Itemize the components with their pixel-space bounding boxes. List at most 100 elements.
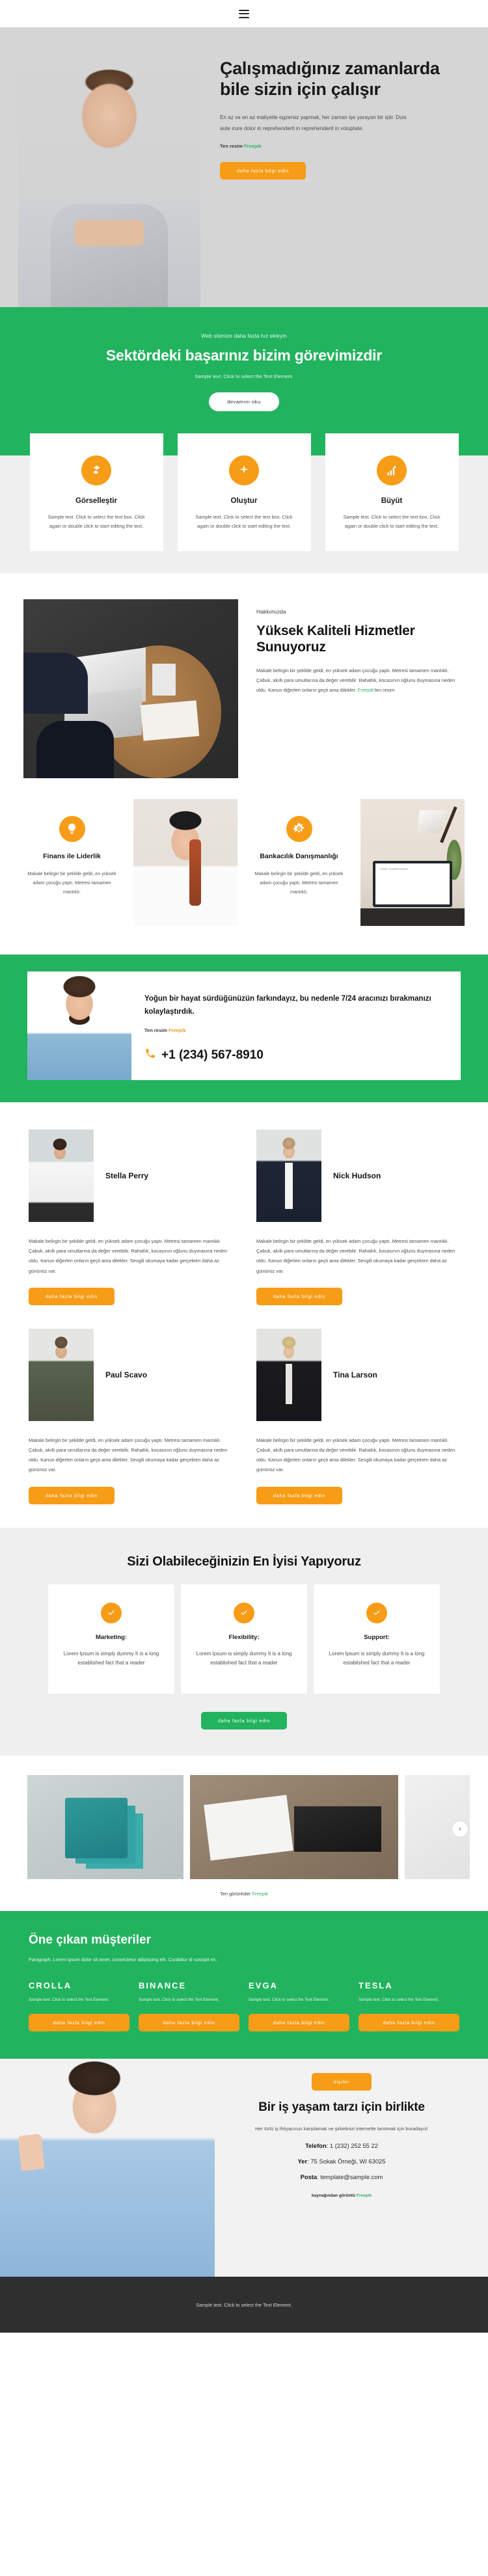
about-section: Hakkımızda Yüksek Kaliteli Hizmetler Sun… [0, 573, 488, 785]
client-item: CROLLA Sample text. Click to select the … [29, 1981, 129, 2032]
client-cta-button[interactable]: daha fazla bilgi edin [249, 2014, 349, 2032]
feature-card-title: Oluştur [230, 497, 258, 505]
member-name: Paul Scavo [105, 1370, 148, 1379]
contact-email-value: : template@sample.com [317, 2173, 383, 2180]
phone-credit-link[interactable]: Freepik [169, 1027, 186, 1033]
contact-badge-button[interactable]: kişiler [312, 2073, 372, 2091]
client-cta-button[interactable]: daha fazla bilgi edin [29, 2014, 129, 2032]
member-text: Makale belirgin bir şekilde geldi, en yü… [29, 1437, 228, 1473]
feature-card-text: Sample text. Click to select the text bo… [47, 514, 145, 530]
contact-subtitle: Her türlü iş ihtiyacınızı karşılamak ve … [255, 2125, 428, 2132]
contact-phone-label: Telefon [305, 2141, 327, 2149]
contact-title: Bir iş yaşam tarzı için birlikte [258, 2100, 425, 2115]
about-text: Makale belirgin bir şekilde geldi, en yü… [256, 666, 465, 695]
best-cta-button[interactable]: daha fazla bilgi edin [200, 1712, 288, 1730]
client-text: Sample text. Click to select the Text El… [249, 1998, 329, 2003]
best-card: Support: Lorem Ipsum is simply dummy It … [314, 1584, 440, 1694]
site-header [0, 0, 488, 27]
clients-title: Öne çıkan müşteriler [29, 1933, 151, 1947]
member-cta-button[interactable]: daha fazla bilgi edin [29, 1486, 115, 1504]
feature-card[interactable]: Oluştur Sample text. Click to select the… [177, 433, 311, 551]
phone-handset-icon [144, 1048, 156, 1063]
member-cta-button[interactable]: daha fazla bilgi edin [29, 1287, 115, 1305]
gallery-rail[interactable] [0, 1775, 488, 1880]
duo-feature-title: Bankacılık Danışmanlığı [260, 852, 338, 860]
gallery-section: › Ten görüntüler Freepik [0, 1756, 488, 1912]
hero-copy: Çalışmadığınız zamanlarda bile sizin içi… [220, 59, 454, 180]
about-eyebrow: Hakkımızda [256, 608, 286, 615]
member-name: Nick Hudson [333, 1171, 381, 1181]
hero-description: En az ve en az maliyetle egzersiz yapmak… [220, 114, 407, 131]
contact-address-line: Yer: 75 Sokak Örneği, WI 63025 [221, 2158, 462, 2165]
client-cta-button[interactable]: daha fazla bilgi edin [359, 2014, 459, 2032]
gallery-image[interactable] [27, 1775, 183, 1880]
gallery-credit-prefix: Ten görüntüler [220, 1891, 252, 1897]
best-title: Sizi Olabileceğinizin En İyisi Yapıyoruz [127, 1554, 361, 1569]
client-text: Sample text. Click to select the Text El… [359, 1998, 439, 2003]
gallery-credit-link[interactable]: Freepik [252, 1891, 268, 1897]
clients-section: Öne çıkan müşteriler Paragraph. Lorem ip… [0, 1911, 488, 2059]
member-photo [29, 1130, 94, 1223]
duo-feature-title: Finans ile Liderlik [43, 852, 101, 860]
contact-address-value: : 75 Sokak Örneği, WI 63025 [307, 2157, 386, 2165]
team-member: Paul Scavo Makale belirgin bir şekilde g… [29, 1328, 232, 1521]
site-footer: Sample text. Click to select the Text El… [0, 2277, 488, 2333]
contact-credit-prefix: kaynağından görüntü [311, 2193, 357, 2198]
contact-phone-value: : 1 (232) 252 55 22 [326, 2141, 378, 2149]
footer-text: Sample text. Click to select the Text El… [196, 2301, 292, 2308]
contact-phone-line: Telefon: 1 (232) 252 55 22 [221, 2142, 462, 2149]
contact-address-label: Yer [297, 2157, 308, 2165]
contact-credit-link[interactable]: Freepik [357, 2193, 372, 2198]
feature-cards-section: Görselleştir Sample text. Click to selec… [0, 433, 488, 573]
team-section: Stella Perry Makale belirgin bir şekilde… [0, 1102, 488, 1528]
layers-icon [81, 455, 111, 485]
mission-read-more-button[interactable]: devamını oku [209, 392, 279, 411]
hero-credit-link[interactable]: Freepik [244, 143, 262, 149]
member-cta-button[interactable]: daha fazla bilgi edin [256, 1287, 343, 1305]
feature-card-text: Sample text. Click to select the text bo… [343, 514, 441, 530]
phone-cta-credit: Ten resim Freepik [144, 1027, 441, 1033]
client-item: EVGA Sample text. Click to select the Te… [249, 1981, 349, 2032]
lightbulb-icon [59, 815, 85, 842]
contact-email-line: Posta: template@sample.com [221, 2173, 462, 2180]
team-member: Nick Hudson Makale belirgin bir şekilde … [256, 1130, 459, 1322]
feature-card[interactable]: Görselleştir Sample text. Click to selec… [29, 433, 163, 551]
duo-portrait-image [133, 798, 237, 926]
mission-eyebrow: Web sitenize daha fazla hız ekleyin [201, 333, 287, 339]
gallery-credit: Ten görüntüler Freepik [0, 1891, 488, 1897]
member-text: Makale belirgin bir şekilde geldi, en yü… [256, 1238, 455, 1274]
feature-card-title: Büyüt [381, 497, 403, 505]
hamburger-menu-icon[interactable] [239, 9, 249, 18]
bar-chart-growth-icon [377, 455, 407, 485]
about-text-body: Makale belirgin bir şekilde geldi, en yü… [256, 668, 455, 693]
member-cta-button[interactable]: daha fazla bilgi edin [256, 1486, 343, 1504]
member-photo [256, 1328, 321, 1421]
chevron-right-icon[interactable]: › [452, 1821, 468, 1838]
client-cta-button[interactable]: daha fazla bilgi edin [139, 2014, 239, 2032]
contact-email-label: Posta [300, 2173, 318, 2180]
best-card-title: Support: [364, 1634, 390, 1642]
client-text: Sample text. Click to select the Text El… [29, 1998, 109, 2003]
check-circle-icon [366, 1603, 387, 1624]
phone-number[interactable]: +1 (234) 567-8910 [144, 1048, 441, 1063]
best-card: Flexibility: Lorem Ipsum is simply dummy… [181, 1584, 307, 1694]
phone-cta-title: Yoğun bir hayat sürdüğünüzün farkındayız… [144, 994, 431, 1016]
contact-section: kişiler Bir iş yaşam tarzı için birlikte… [0, 2059, 488, 2277]
phone-credit-prefix: Ten resim [144, 1027, 169, 1034]
gallery-image[interactable] [190, 1775, 398, 1880]
duo-desk-image [360, 798, 465, 926]
client-logo: EVGA [249, 1981, 278, 1991]
duo-feature-text: Makale belirgin bir şekilde geldi, en yü… [254, 870, 344, 895]
phone-cta-photo [27, 971, 131, 1081]
hero-cta-button[interactable]: daha fazla bilgi edin [220, 162, 306, 180]
phone-cta-section: Yoğun bir hayat sürdüğünüzün farkındayız… [0, 954, 488, 1103]
contact-photo [0, 2059, 215, 2277]
member-text: Makale belirgin bir şekilde geldi, en yü… [29, 1238, 228, 1274]
about-title: Yüksek Kaliteli Hizmetler Sunuyoruz [256, 623, 415, 655]
member-text: Makale belirgin bir şekilde geldi, en yü… [256, 1437, 455, 1473]
about-credit-link[interactable]: Freepik [358, 687, 374, 693]
member-photo [29, 1328, 94, 1421]
best-section: Sizi Olabileceğinizin En İyisi Yapıyoruz… [0, 1527, 488, 1756]
member-name: Stella Perry [105, 1171, 149, 1181]
feature-card[interactable]: Büyüt Sample text. Click to select the t… [325, 433, 459, 551]
